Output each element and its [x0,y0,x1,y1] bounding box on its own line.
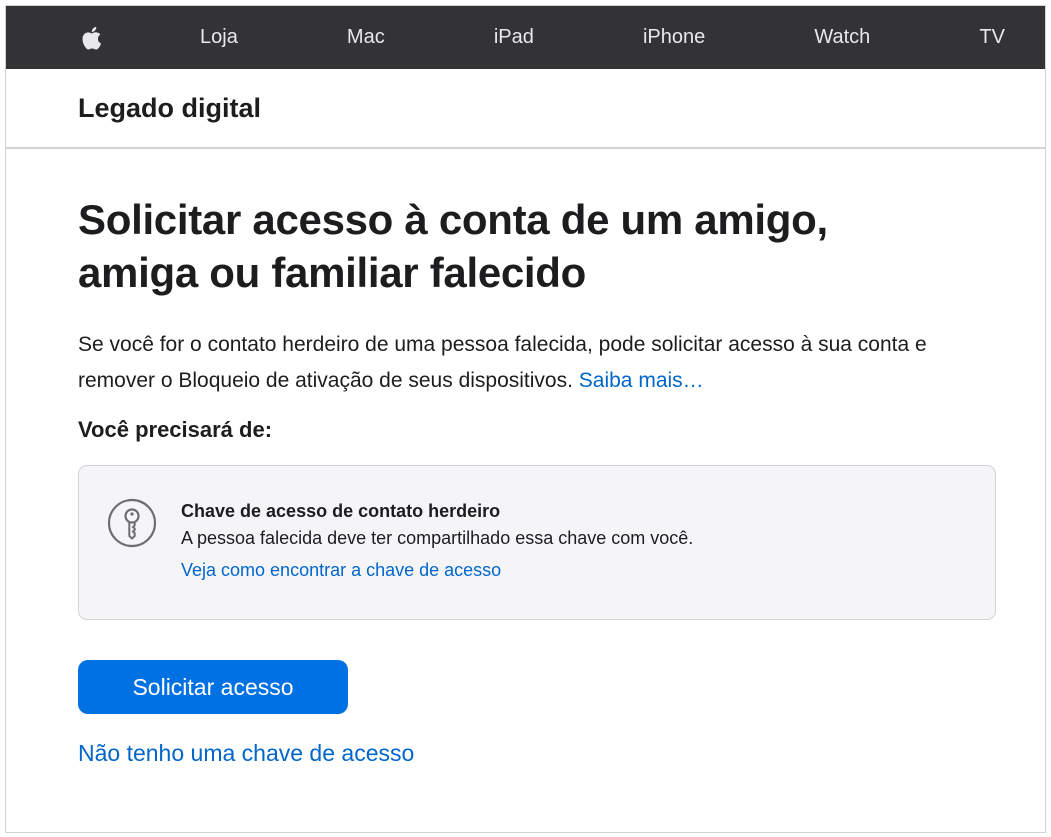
page-title-line2: amiga ou familiar falecido [78,249,587,296]
nav-item-loja[interactable]: Loja [200,26,238,49]
card-title: Chave de acesso de contato herdeiro [181,501,501,521]
nav-item-iphone[interactable]: iPhone [643,26,705,49]
key-icon [107,498,159,550]
nav-item-ipad[interactable]: iPad [494,26,534,49]
find-key-link[interactable]: Veja como encontrar a chave de acesso [181,560,501,580]
intro-text: Se você for o contato herdeiro de uma pe… [78,333,927,392]
main-content: Solicitar acesso à conta de um amigo, am… [6,149,1045,767]
apple-logo-icon[interactable] [78,23,104,53]
key-icon-svg [107,498,157,548]
nav-item-tv[interactable]: TV [979,26,1005,49]
global-nav-items: Loja Mac iPad iPhone Watch TV [200,26,1005,49]
local-nav-title[interactable]: Legado digital [78,93,261,124]
request-access-button[interactable]: Solicitar acesso [78,660,348,714]
card-description: A pessoa falecida deve ter compartilhado… [181,528,694,548]
page-frame: Loja Mac iPad iPhone Watch TV Legado dig… [5,5,1046,833]
nav-item-watch[interactable]: Watch [814,26,870,49]
no-key-link[interactable]: Não tenho uma chave de acesso [78,740,414,767]
global-nav: Loja Mac iPad iPhone Watch TV [6,6,1045,69]
local-nav: Legado digital [6,69,1045,149]
intro-paragraph: Se você for o contato herdeiro de uma pe… [78,327,998,399]
requirement-card: Chave de acesso de contato herdeiro A pe… [78,465,996,620]
page-title: Solicitar acesso à conta de um amigo, am… [78,193,958,299]
nav-item-mac[interactable]: Mac [347,26,385,49]
requirements-heading: Você precisará de: [78,417,273,442]
card-text: Chave de acesso de contato herdeiro A pe… [181,498,693,619]
apple-logo-svg [82,26,102,49]
learn-more-link[interactable]: Saiba mais… [579,369,704,392]
page-title-line1: Solicitar acesso à conta de um amigo, [78,196,828,243]
